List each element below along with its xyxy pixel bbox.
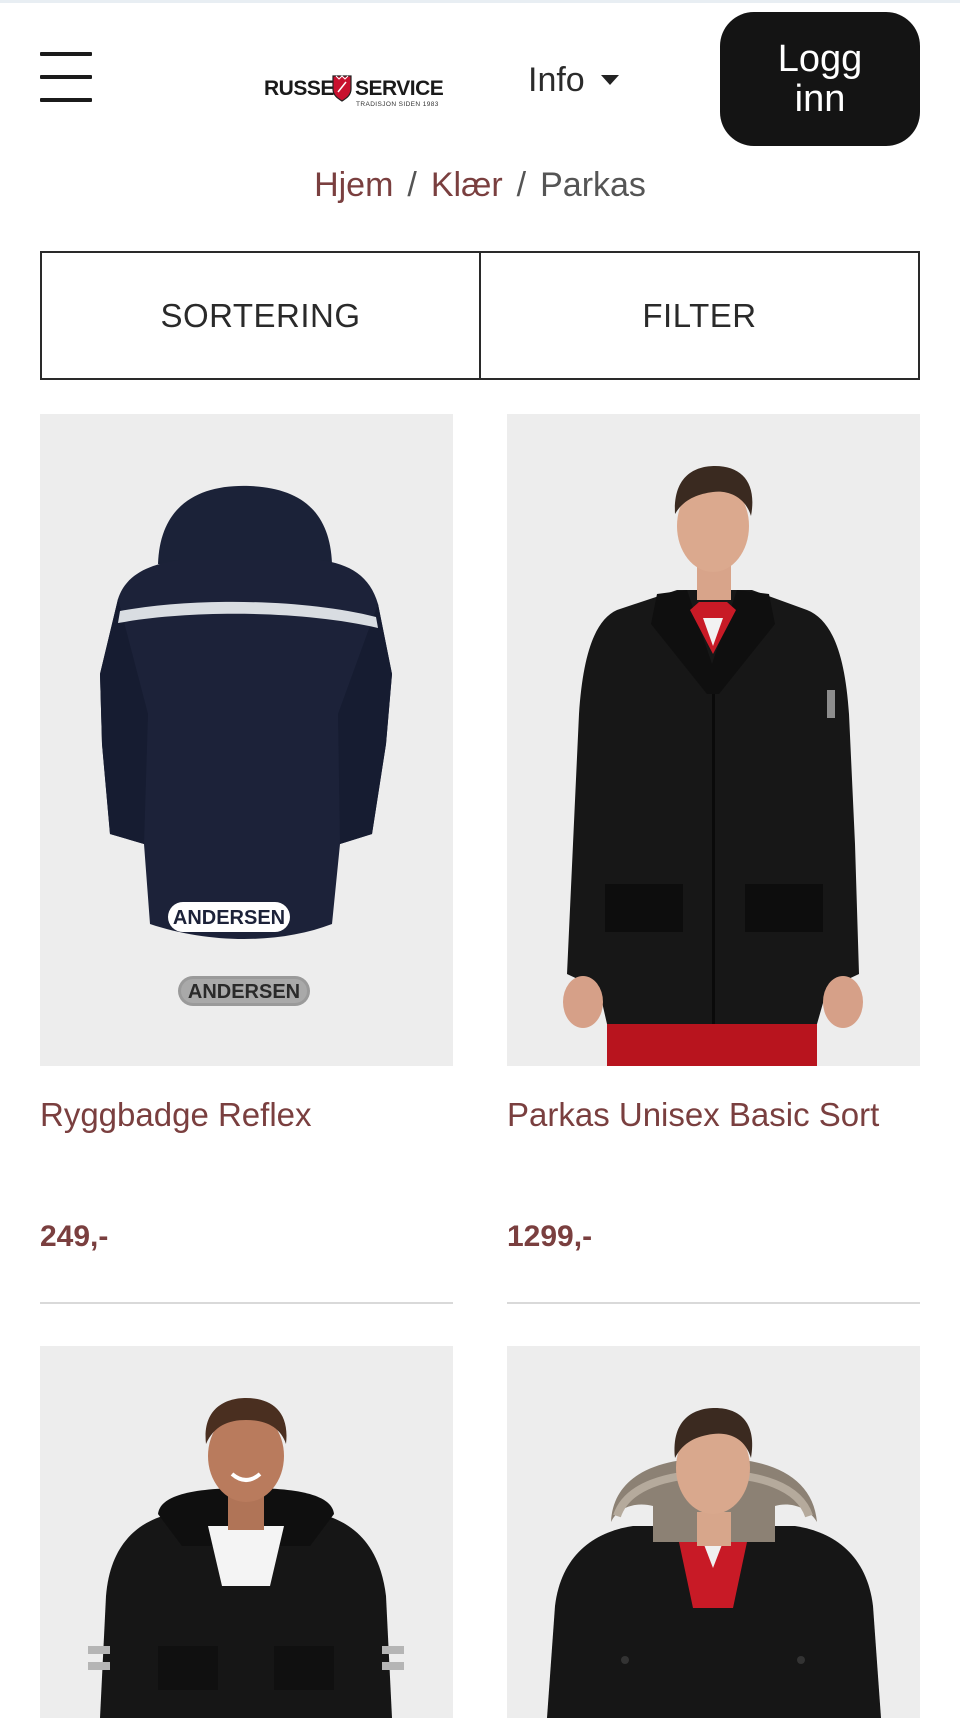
product-image[interactable]	[507, 414, 920, 1066]
breadcrumb-clothes[interactable]: Klær	[431, 166, 503, 204]
product-card[interactable]	[507, 1346, 920, 1718]
product-card[interactable]: ANDERSEN ANDERSEN Ryggbadge Reflex 249,-	[40, 414, 453, 1304]
caret-down-icon	[600, 75, 619, 85]
product-image[interactable]: ANDERSEN ANDERSEN	[40, 414, 453, 1066]
breadcrumb-current: Parkas	[540, 166, 646, 204]
sort-filter-bar: SORTERING FILTER	[40, 251, 920, 380]
logo-text-right: SERVICE	[355, 77, 444, 100]
breadcrumb-separator: /	[516, 166, 527, 204]
model-parka-photo	[563, 466, 863, 1066]
product-price: 1299,-	[507, 1220, 593, 1253]
site-header: RUSSE SERVICE TRADISJON SIDEN 1983 Info …	[0, 0, 960, 160]
breadcrumb-home[interactable]: Hjem	[314, 166, 393, 204]
breadcrumb-separator: /	[407, 166, 417, 204]
logo-tagline: TRADISJON SIDEN 1983	[356, 101, 439, 108]
model-fur-parka-photo	[547, 1408, 881, 1718]
sort-button[interactable]: SORTERING	[42, 253, 479, 378]
product-card[interactable]: Parkas Unisex Basic Sort 1299,-	[507, 414, 920, 1304]
jacket-back-illustration: ANDERSEN ANDERSEN	[100, 485, 392, 1006]
site-logo[interactable]: RUSSE SERVICE TRADISJON SIDEN 1983	[264, 74, 444, 114]
login-button[interactable]: Logg inn	[720, 12, 920, 146]
logo-text-left: RUSSE	[264, 77, 334, 100]
menu-icon[interactable]	[40, 50, 92, 106]
product-title[interactable]: Ryggbadge Reflex	[40, 1096, 312, 1134]
logo-shield-icon	[332, 75, 352, 102]
breadcrumb: Hjem / Klær / Parkas	[0, 166, 960, 205]
login-label: Logg inn	[777, 38, 863, 120]
product-divider	[40, 1302, 453, 1304]
product-price: 249,-	[40, 1220, 109, 1253]
info-dropdown[interactable]: Info	[528, 58, 619, 102]
product-image[interactable]	[40, 1346, 453, 1718]
product-title[interactable]: Parkas Unisex Basic Sort	[507, 1096, 879, 1134]
product-card[interactable]	[40, 1346, 453, 1718]
product-image[interactable]	[507, 1346, 920, 1718]
product-divider	[507, 1302, 920, 1304]
info-label: Info	[528, 60, 585, 99]
model-jacket-photo	[88, 1398, 404, 1718]
reflex-badge: ANDERSEN	[188, 981, 300, 1003]
filter-button[interactable]: FILTER	[479, 253, 918, 378]
jacket-name-patch: ANDERSEN	[173, 907, 285, 929]
